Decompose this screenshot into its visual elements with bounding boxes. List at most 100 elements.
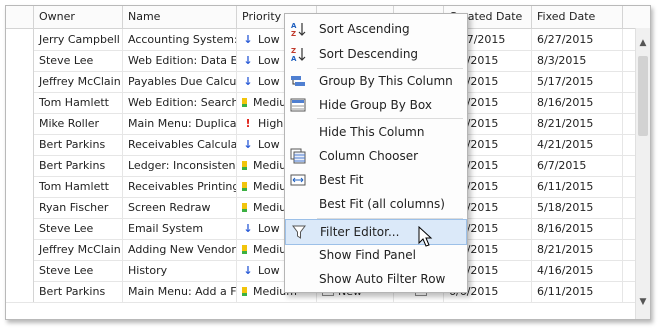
cell-owner[interactable]: Jeffrey McClain: [34, 239, 123, 260]
column-header-fixed-date[interactable]: Fixed Date: [532, 6, 623, 28]
priority-label: Low: [258, 75, 280, 88]
priority-high-icon: !: [245, 117, 251, 130]
indicator-header: [6, 6, 34, 28]
row-indicator[interactable]: [6, 92, 34, 113]
svg-text:A: A: [291, 22, 297, 30]
cell-name[interactable]: History: [123, 260, 237, 281]
priority-label: Low: [258, 33, 280, 46]
row-indicator[interactable]: [6, 239, 34, 260]
cell-owner[interactable]: Steve Lee: [34, 218, 123, 239]
priority-label: Low: [258, 138, 280, 151]
column-header-owner[interactable]: Owner: [34, 6, 123, 28]
cell-name[interactable]: Email System: [123, 218, 237, 239]
cell-name[interactable]: Main Menu: Duplicat...: [123, 113, 237, 134]
row-indicator[interactable]: [6, 29, 34, 50]
cell-fixed-date[interactable]: 8/21/2015: [532, 113, 623, 134]
cell-fixed-date[interactable]: 8/3/2015: [532, 50, 623, 71]
row-indicator[interactable]: [6, 71, 34, 92]
group-by-icon: [291, 76, 305, 86]
priority-medium-icon: [242, 203, 247, 212]
filter-icon: [292, 225, 306, 239]
cell-owner[interactable]: Jeffrey McClain: [34, 71, 123, 92]
svg-text:A: A: [291, 55, 297, 62]
svg-text:Z: Z: [291, 47, 296, 55]
cell-name[interactable]: Payables Due Calcul...: [123, 71, 237, 92]
cell-owner[interactable]: Tom Hamlett: [34, 176, 123, 197]
row-indicator[interactable]: [6, 281, 34, 302]
cell-owner[interactable]: Steve Lee: [34, 260, 123, 281]
row-indicator[interactable]: [6, 113, 34, 134]
row-indicator[interactable]: [6, 134, 34, 155]
menu-item-best-fit[interactable]: Best Fit: [285, 168, 467, 192]
column-chooser-icon: [290, 148, 306, 164]
cell-name[interactable]: Web Edition: Search...: [123, 92, 237, 113]
scroll-down-icon[interactable]: ▼: [636, 295, 650, 309]
priority-medium-icon: [242, 161, 247, 170]
cell-fixed-date[interactable]: 8/16/2015: [532, 92, 623, 113]
menu-item-filter-editor[interactable]: Filter Editor...: [285, 219, 467, 245]
menu-item-show-find-panel[interactable]: Show Find Panel: [285, 243, 467, 267]
scroll-thumb[interactable]: [638, 56, 648, 136]
menu-item-column-chooser[interactable]: Column Chooser: [285, 144, 467, 168]
priority-medium-icon: [242, 245, 247, 254]
sort-ascending-icon: A Z: [291, 22, 306, 37]
cell-owner[interactable]: Ryan Fischer: [34, 197, 123, 218]
group-box-icon: [290, 98, 306, 112]
menu-item-label: Column Chooser: [319, 149, 419, 163]
menu-separator: [317, 118, 463, 119]
cell-name[interactable]: Ledger: Inconsistency: [123, 155, 237, 176]
priority-low-icon: ↓: [243, 33, 253, 46]
cell-name[interactable]: Receivables Printing: [123, 176, 237, 197]
menu-item-best-fit-all[interactable]: Best Fit (all columns): [285, 192, 467, 216]
row-indicator[interactable]: [6, 197, 34, 218]
row-indicator[interactable]: [6, 50, 34, 71]
menu-item-group-by-column[interactable]: Group By This Column: [285, 69, 467, 93]
cell-name[interactable]: Screen Redraw: [123, 197, 237, 218]
menu-item-label: Sort Ascending: [319, 22, 410, 36]
cell-owner[interactable]: Bert Parkins: [34, 134, 123, 155]
cell-owner[interactable]: Mike Roller: [34, 113, 123, 134]
menu-item-show-auto-filter-row[interactable]: Show Auto Filter Row: [285, 267, 467, 291]
priority-medium-icon: [242, 98, 247, 107]
cell-fixed-date[interactable]: 8/21/2015: [532, 239, 623, 260]
priority-low-icon: ↓: [243, 75, 253, 88]
cell-owner[interactable]: Tom Hamlett: [34, 92, 123, 113]
menu-item-sort-ascending[interactable]: A Z Sort Ascending: [285, 17, 467, 41]
cell-owner[interactable]: Bert Parkins: [34, 155, 123, 176]
row-indicator[interactable]: [6, 176, 34, 197]
cell-owner[interactable]: Bert Parkins: [34, 281, 123, 302]
cell-fixed-date[interactable]: 6/7/2015: [532, 155, 623, 176]
row-indicator[interactable]: [6, 218, 34, 239]
cell-owner[interactable]: Jerry Campbell: [34, 29, 123, 50]
best-fit-icon: [290, 174, 306, 186]
row-indicator[interactable]: [6, 155, 34, 176]
cell-fixed-date[interactable]: 5/17/2015: [532, 71, 623, 92]
priority-low-icon: ↓: [243, 264, 253, 277]
menu-item-sort-descending[interactable]: Z A Sort Descending: [285, 42, 467, 66]
cell-fixed-date[interactable]: 6/11/2015: [532, 176, 623, 197]
menu-item-hide-column[interactable]: Hide This Column: [285, 120, 467, 144]
cell-fixed-date[interactable]: 4/16/2015: [532, 260, 623, 281]
cell-name[interactable]: Adding New Vendor...: [123, 239, 237, 260]
vertical-scrollbar[interactable]: ▲ ▼: [635, 28, 650, 319]
cell-name[interactable]: Main Menu: Add a Fi...: [123, 281, 237, 302]
cell-name[interactable]: Accounting System:...: [123, 29, 237, 50]
svg-text:Z: Z: [291, 30, 296, 37]
menu-item-label: Hide This Column: [319, 125, 425, 139]
menu-item-label: Group By This Column: [319, 74, 453, 88]
column-header-name[interactable]: Name: [123, 6, 237, 28]
row-indicator[interactable]: [6, 260, 34, 281]
scroll-up-icon[interactable]: ▲: [636, 36, 650, 50]
cell-name[interactable]: Web Edition: Data E...: [123, 50, 237, 71]
cell-fixed-date[interactable]: 8/16/2015: [532, 218, 623, 239]
cell-owner[interactable]: Steve Lee: [34, 50, 123, 71]
cell-fixed-date[interactable]: 6/11/2015: [532, 281, 623, 302]
priority-label: High: [258, 117, 284, 130]
cell-name[interactable]: Receivables Calculator: [123, 134, 237, 155]
menu-item-label: Best Fit (all columns): [319, 197, 445, 211]
cell-fixed-date[interactable]: 5/18/2015: [532, 197, 623, 218]
priority-label: Low: [258, 222, 280, 235]
cell-fixed-date[interactable]: 4/21/2015: [532, 134, 623, 155]
menu-item-hide-group-by-box[interactable]: Hide Group By Box: [285, 93, 467, 117]
cell-fixed-date[interactable]: 6/27/2015: [532, 29, 623, 50]
